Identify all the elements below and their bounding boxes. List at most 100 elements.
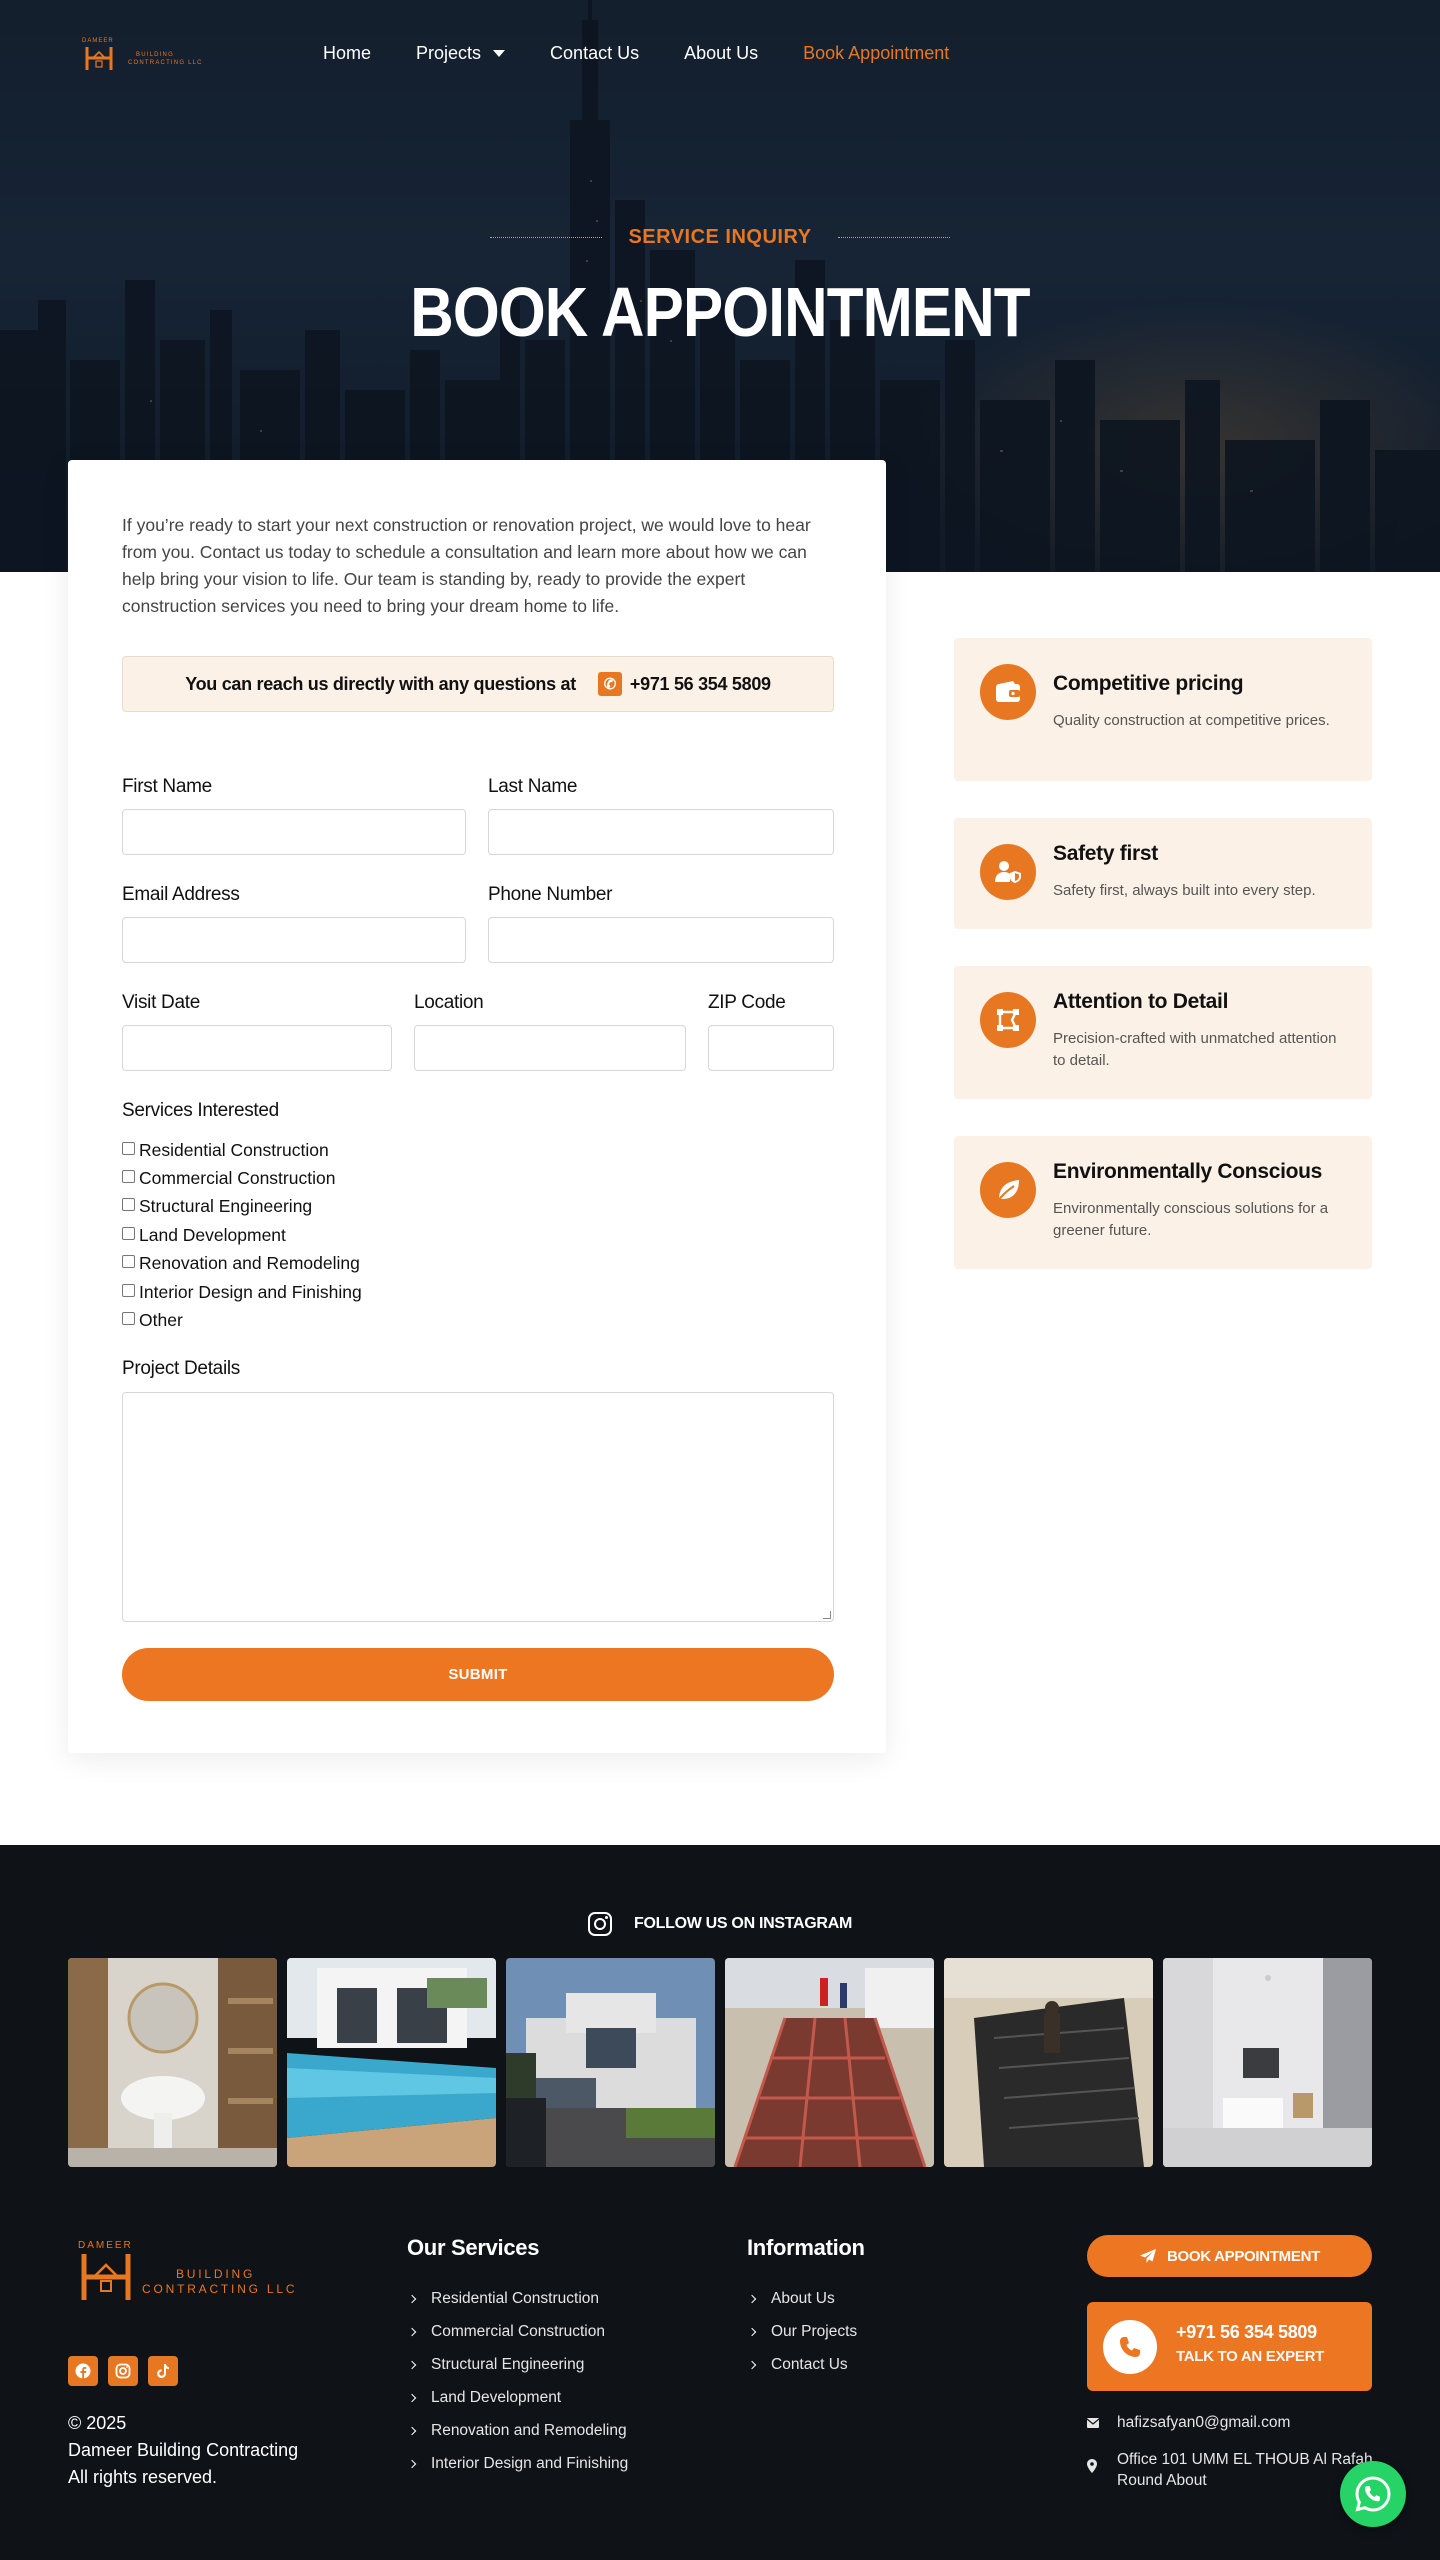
footer-info-title: Information: [747, 2235, 865, 2260]
service-option[interactable]: Land Development: [122, 1221, 362, 1249]
footer-link[interactable]: Commercial Construction: [407, 2315, 628, 2348]
footer-services-list: Residential Construction Commercial Cons…: [407, 2282, 628, 2480]
checkbox[interactable]: [122, 1283, 135, 1297]
footer-link[interactable]: Renovation and Remodeling: [407, 2414, 628, 2447]
footer-address-line1: Office 101 UMM EL THOUB Al Rafah: [1117, 2451, 1373, 2468]
location-field[interactable]: [414, 1025, 686, 1071]
zip-field[interactable]: [708, 1025, 834, 1071]
footer-link-label: About Us: [771, 2289, 835, 2307]
footer-link[interactable]: Land Development: [407, 2381, 628, 2414]
instagram-icon[interactable]: [108, 2356, 138, 2386]
instagram-photo-pool[interactable]: [287, 1958, 496, 2167]
copyright-company: Dameer Building Contracting: [68, 2440, 299, 2460]
instagram-photo-trench[interactable]: [944, 1958, 1153, 2167]
first-name-field[interactable]: [122, 809, 466, 855]
footer-email[interactable]: hafizsafyan0@gmail.com: [1086, 2414, 1290, 2432]
envelope-icon: [1086, 2417, 1101, 2431]
caret-down-icon: [493, 49, 506, 57]
footer-logo-text-contracting: CONTRACTING LLC: [142, 2282, 298, 2296]
instagram-photo-rebar[interactable]: [725, 1958, 934, 2167]
feature-description: Precision-crafted with unmatched attenti…: [1053, 1030, 1337, 1069]
contact-banner-phone[interactable]: +971 56 354 5809: [630, 674, 771, 695]
footer-link-label: Commercial Construction: [431, 2322, 605, 2340]
submit-button[interactable]: SUBMIT: [122, 1648, 834, 1701]
chevron-right-icon: [407, 2459, 417, 2468]
feature-card-detail: Attention to Detail Precision-crafted wi…: [954, 966, 1372, 1099]
footer-logo[interactable]: DAMEER BUILDING CONTRACTING LLC: [68, 2240, 298, 2302]
first-name-label: First Name: [122, 776, 212, 797]
project-details-textarea[interactable]: [122, 1392, 834, 1622]
appointment-form-card: If you’re ready to start your next const…: [68, 460, 886, 1753]
tiktok-icon[interactable]: [148, 2356, 178, 2386]
nav-projects[interactable]: Projects: [416, 40, 506, 66]
phone-icon: ✆: [597, 672, 622, 696]
feature-description: Environmentally conscious solutions for …: [1053, 1200, 1329, 1239]
service-option[interactable]: Other: [122, 1306, 362, 1334]
copyright-year: © 2025: [68, 2413, 127, 2433]
logo-text-contracting: CONTRACTING LLC: [128, 60, 203, 66]
footer-link[interactable]: Structural Engineering: [407, 2348, 628, 2381]
service-option[interactable]: Commercial Construction: [122, 1164, 362, 1192]
checkbox[interactable]: [122, 1141, 135, 1155]
footer-logo-text-building: BUILDING: [176, 2267, 256, 2281]
nav-home[interactable]: Home: [323, 40, 371, 66]
checkbox[interactable]: [122, 1170, 135, 1184]
service-option[interactable]: Renovation and Remodeling: [122, 1250, 362, 1278]
checkbox[interactable]: [122, 1312, 135, 1326]
nav-about-us[interactable]: About Us: [684, 40, 758, 66]
leaf-icon: [980, 1162, 1036, 1218]
page-title: BOOK APPOINTMENT: [410, 273, 1030, 351]
visit-date-field[interactable]: [122, 1025, 392, 1071]
service-option-label: Structural Engineering: [139, 1196, 313, 1217]
footer-link[interactable]: Residential Construction: [407, 2282, 628, 2315]
footer-link[interactable]: About Us: [747, 2282, 857, 2315]
hero-eyebrow: SERVICE INQUIRY: [0, 226, 1440, 249]
location-label: Location: [414, 992, 484, 1013]
footer-services-title: Our Services: [407, 2235, 540, 2260]
last-name-field[interactable]: [488, 809, 834, 855]
footer-link-label: Our Projects: [771, 2322, 858, 2340]
footer-link-label: Contact Us: [771, 2355, 848, 2373]
copyright: © 2025 Dameer Building Contracting All r…: [68, 2410, 298, 2491]
footer-book-appointment-button[interactable]: BOOK APPOINTMENT: [1087, 2235, 1372, 2277]
feature-card-safety: Safety first Safety first, always built …: [954, 818, 1372, 929]
site-logo[interactable]: DAMEER BUILDING CONTRACTING LLC: [82, 38, 212, 72]
logo-text-building: BUILDING: [136, 52, 174, 58]
whatsapp-button[interactable]: [1340, 2461, 1406, 2527]
service-option-label: Interior Design and Finishing: [139, 1281, 362, 1302]
footer-info-list: About Us Our Projects Contact Us: [747, 2282, 857, 2381]
instagram-photo-villa[interactable]: [506, 1958, 715, 2167]
resize-handle-icon[interactable]: [823, 1611, 831, 1619]
facebook-icon[interactable]: [68, 2356, 98, 2386]
instagram-heading[interactable]: FOLLOW US ON INSTAGRAM: [0, 1912, 1440, 1936]
footer-link[interactable]: Contact Us: [747, 2348, 857, 2381]
service-option[interactable]: Residential Construction: [122, 1136, 362, 1164]
footer-call-box[interactable]: +971 56 354 5809 TALK TO AN EXPERT: [1087, 2302, 1372, 2391]
footer-link[interactable]: Our Projects: [747, 2315, 857, 2348]
chevron-right-icon: [407, 2426, 417, 2435]
service-option[interactable]: Structural Engineering: [122, 1193, 362, 1221]
copyright-rights: All rights reserved.: [68, 2467, 218, 2487]
checkbox[interactable]: [122, 1198, 135, 1212]
services-label: Services Interested: [122, 1100, 279, 1121]
nav-book-appointment[interactable]: Book Appointment: [803, 40, 949, 66]
email-field[interactable]: [122, 917, 466, 963]
footer-address-text: Office 101 UMM EL THOUB Al Rafah Round A…: [1117, 2449, 1373, 2491]
phone-field[interactable]: [488, 917, 834, 963]
main-menu: Home Projects Contact Us About Us Book A…: [323, 40, 994, 66]
instagram-photo-bathroom[interactable]: [68, 1958, 277, 2167]
contact-banner-text: You can reach us directly with any quest…: [185, 673, 576, 694]
nav-contact-us[interactable]: Contact Us: [550, 40, 639, 66]
service-option[interactable]: Interior Design and Finishing: [122, 1278, 362, 1306]
checkbox[interactable]: [122, 1226, 135, 1240]
instagram-heading-text: FOLLOW US ON INSTAGRAM: [634, 1915, 852, 1932]
social-links: [68, 2356, 178, 2386]
checkbox[interactable]: [122, 1255, 135, 1269]
feature-card-environment: Environmentally Conscious Environmentall…: [954, 1136, 1372, 1269]
footer-link[interactable]: Interior Design and Finishing: [407, 2447, 628, 2480]
instagram-photo-interior[interactable]: [1163, 1958, 1372, 2167]
chevron-right-icon: [747, 2327, 757, 2336]
feature-title: Attention to Detail: [1053, 990, 1229, 1013]
footer-link-label: Interior Design and Finishing: [431, 2454, 629, 2472]
chevron-right-icon: [747, 2294, 757, 2303]
